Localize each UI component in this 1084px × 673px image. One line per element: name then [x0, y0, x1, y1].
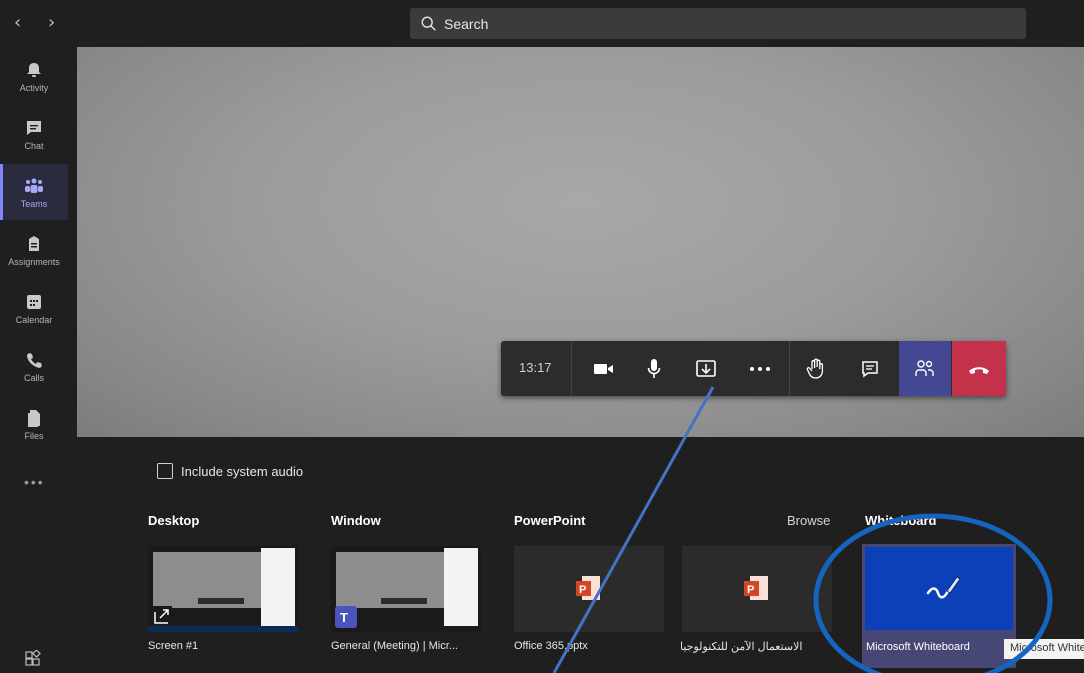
rail-label: Calls — [23, 372, 44, 383]
powerpoint-icon: P — [744, 576, 768, 600]
rail-item-files[interactable]: Files — [0, 396, 68, 452]
camera-button[interactable] — [581, 341, 627, 396]
forward-arrow-icon[interactable]: › — [48, 12, 55, 33]
camera-icon — [594, 363, 613, 374]
section-powerpoint: PowerPoint — [514, 513, 586, 528]
microphone-icon — [647, 358, 661, 378]
whiteboard-label: Microsoft Whiteboard — [866, 641, 970, 653]
hang-up-button[interactable] — [952, 341, 1006, 396]
powerpoint-file-thumbnail[interactable]: P — [682, 546, 832, 632]
chat-icon — [24, 118, 44, 138]
screen-share-icon — [152, 606, 172, 626]
rail-label: Calendar — [15, 314, 53, 325]
files-icon — [24, 408, 44, 428]
conversation-icon — [862, 360, 878, 377]
assignments-icon — [24, 234, 44, 254]
thumbnail-preview-panel — [261, 548, 295, 626]
rail-item-activity[interactable]: Activity — [0, 48, 68, 104]
participants-button[interactable] — [899, 341, 951, 396]
title-bar: ‹ › Search — [0, 0, 1084, 46]
apps-store-icon[interactable] — [24, 650, 42, 668]
teams-icon — [24, 176, 44, 196]
app-rail: Activity Chat Teams Assignments Calendar… — [0, 46, 68, 673]
rail-item-teams[interactable]: Teams — [0, 164, 68, 220]
search-input[interactable]: Search — [410, 8, 1026, 39]
rail-label: Teams — [20, 198, 48, 209]
rail-item-assignments[interactable]: Assignments — [0, 222, 68, 278]
participants-icon — [915, 359, 934, 376]
include-system-audio-checkbox[interactable]: Include system audio — [157, 463, 303, 479]
powerpoint-file-label: الاستعمال الآمن للتكنولوجيا — [680, 641, 803, 653]
conversation-button[interactable] — [847, 341, 893, 396]
include-system-audio-label: Include system audio — [181, 463, 304, 479]
thumbnail-preview-taskbar — [148, 626, 298, 632]
section-window: Window — [331, 513, 381, 528]
powerpoint-file-label: Office 365.pptx — [514, 640, 588, 652]
rail-item-calls[interactable]: Calls — [0, 338, 68, 394]
rail-label: Files — [24, 430, 44, 441]
window-share-label: General (Meeting) | Micr... — [331, 640, 458, 652]
search-icon — [421, 16, 436, 31]
back-arrow-icon[interactable]: ‹ — [14, 12, 21, 33]
screen-share-thumbnail[interactable] — [148, 546, 298, 632]
rail-label: Assignments — [8, 256, 60, 267]
more-icon — [750, 366, 770, 371]
more-apps-icon[interactable]: ••• — [24, 474, 45, 490]
rail-label: Activity — [19, 82, 49, 93]
screen-share-label: Screen #1 — [148, 640, 199, 652]
thumbnail-preview-toolbar — [198, 598, 244, 604]
toolbar-divider — [571, 341, 572, 396]
section-desktop: Desktop — [148, 513, 200, 528]
more-actions-button[interactable] — [737, 341, 783, 396]
search-placeholder: Search — [444, 15, 489, 32]
calendar-icon — [24, 292, 44, 312]
teams-app-icon: T — [335, 606, 357, 628]
window-share-thumbnail[interactable]: T — [331, 546, 481, 632]
share-tray-icon — [696, 359, 716, 377]
rail-item-chat[interactable]: Chat — [0, 106, 68, 162]
whiteboard-icon — [926, 576, 961, 599]
powerpoint-icon: P — [576, 576, 600, 600]
whiteboard-thumbnail[interactable]: Microsoft Whiteboard — [862, 544, 1016, 668]
thumbnail-preview-panel — [444, 548, 478, 626]
phone-icon — [24, 350, 44, 370]
toolbar-divider — [789, 341, 790, 396]
bell-icon — [24, 60, 44, 80]
svg-text:P: P — [747, 584, 754, 596]
rail-item-calendar[interactable]: Calendar — [0, 280, 68, 336]
raise-hand-button[interactable] — [793, 341, 839, 396]
section-whiteboard: Whiteboard — [865, 513, 937, 528]
whiteboard-preview — [865, 547, 1013, 630]
whiteboard-tooltip: Microsoft Whiteboard — [1004, 639, 1084, 659]
thumbnail-preview-toolbar — [381, 598, 427, 604]
meeting-controls: 13:17 — [501, 341, 1006, 396]
browse-button[interactable]: Browse — [787, 513, 830, 528]
rail-label: Chat — [24, 140, 44, 151]
checkbox-box[interactable] — [157, 463, 173, 479]
raise-hand-icon — [806, 358, 824, 379]
microphone-button[interactable] — [631, 341, 677, 396]
powerpoint-file-thumbnail[interactable]: P — [514, 546, 664, 632]
svg-text:P: P — [579, 584, 586, 596]
share-tray-button[interactable] — [683, 341, 729, 396]
meeting-timer: 13:17 — [519, 360, 552, 375]
hang-up-icon — [969, 366, 989, 374]
svg-text:T: T — [340, 610, 348, 625]
